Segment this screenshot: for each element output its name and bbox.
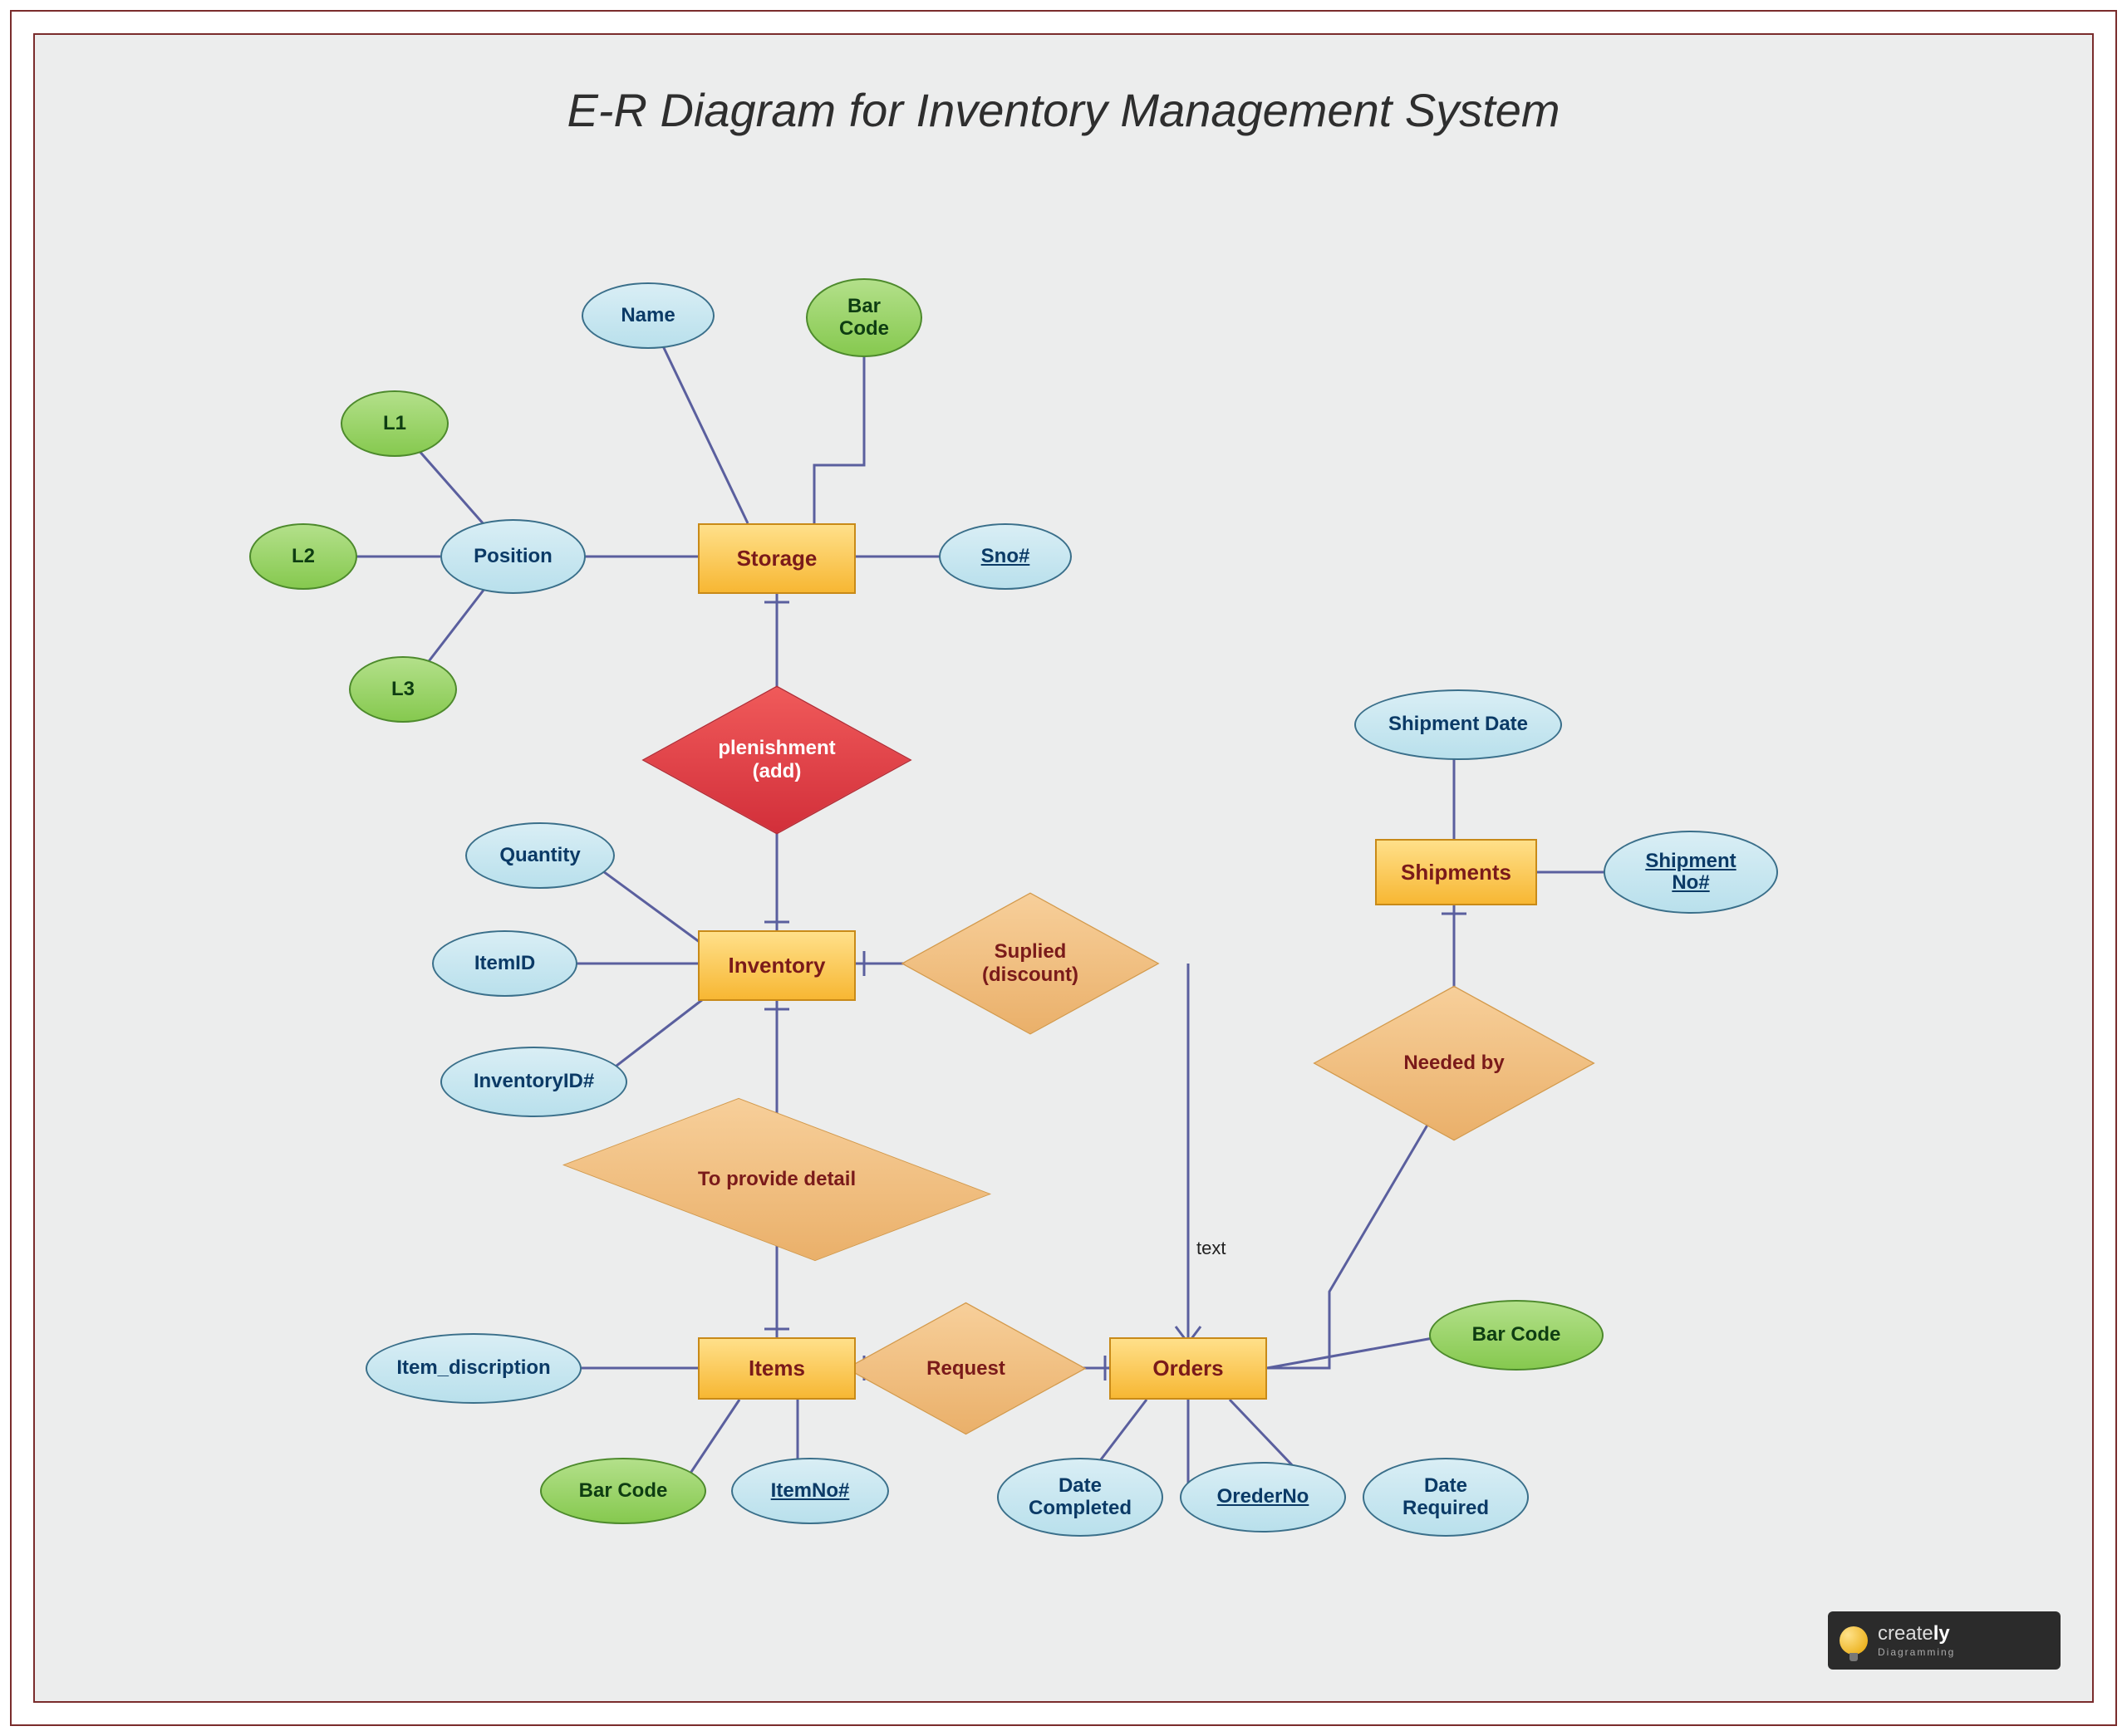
attr-orders-barcode[interactable]: Bar Code bbox=[1429, 1300, 1604, 1371]
logo-main-light: create bbox=[1878, 1622, 1933, 1645]
attr-storage-barcode[interactable]: Bar Code bbox=[806, 278, 922, 357]
entity-orders[interactable]: Orders bbox=[1109, 1337, 1267, 1400]
attr-orders-orderno[interactable]: OrederNo bbox=[1180, 1462, 1346, 1532]
attr-storage-l1[interactable]: L1 bbox=[341, 390, 449, 457]
attr-storage-position[interactable]: Position bbox=[440, 519, 586, 594]
connector-label-text: text bbox=[1196, 1238, 1226, 1259]
attr-storage-l2[interactable]: L2 bbox=[249, 523, 357, 590]
relationship-needed-by-label: Needed by bbox=[1354, 964, 1554, 1163]
logo-main: creately bbox=[1878, 1624, 1955, 1644]
entity-shipments[interactable]: Shipments bbox=[1375, 839, 1537, 905]
bulb-icon bbox=[1840, 1626, 1868, 1655]
attr-shipments-no[interactable]: Shipment No# bbox=[1604, 831, 1778, 914]
logo-main-bold: ly bbox=[1933, 1622, 1950, 1645]
relationship-provide-detail-label: To provide detail bbox=[598, 1055, 955, 1304]
attr-inventory-quantity[interactable]: Quantity bbox=[465, 822, 615, 889]
relationship-supplied-label: Suplied (discount) bbox=[939, 872, 1122, 1055]
logo-sub: Diagramming bbox=[1878, 1647, 1955, 1657]
attr-shipments-date[interactable]: Shipment Date bbox=[1354, 689, 1562, 760]
relationship-request[interactable]: Request bbox=[881, 1283, 1051, 1454]
attr-items-itemno[interactable]: ItemNo# bbox=[731, 1458, 889, 1524]
entity-storage[interactable]: Storage bbox=[698, 523, 856, 594]
attr-inventory-inventoryid[interactable]: InventoryID# bbox=[440, 1047, 627, 1117]
relationship-supplied[interactable]: Suplied (discount) bbox=[939, 872, 1122, 1055]
creately-logo: creately Diagramming bbox=[1828, 1611, 2061, 1670]
entity-inventory[interactable]: Inventory bbox=[698, 930, 856, 1001]
attr-orders-date-completed[interactable]: Date Completed bbox=[997, 1458, 1163, 1537]
relationship-provide-detail[interactable]: To provide detail bbox=[598, 1055, 955, 1304]
relationship-replenishment[interactable]: plenishment (add) bbox=[681, 664, 872, 856]
attr-orders-date-required[interactable]: Date Required bbox=[1363, 1458, 1529, 1537]
attr-storage-l3[interactable]: L3 bbox=[349, 656, 457, 723]
relationship-needed-by[interactable]: Needed by bbox=[1354, 964, 1554, 1163]
diagram-canvas: E-R Diagram for Inventory Management Sys… bbox=[0, 0, 2127, 1736]
attr-items-barcode[interactable]: Bar Code bbox=[540, 1458, 706, 1524]
attr-items-description[interactable]: Item_discription bbox=[366, 1333, 582, 1404]
attr-storage-name[interactable]: Name bbox=[582, 282, 715, 349]
attr-inventory-itemid[interactable]: ItemID bbox=[432, 930, 577, 997]
attr-storage-sno[interactable]: Sno# bbox=[939, 523, 1072, 590]
relationship-replenishment-label: plenishment (add) bbox=[681, 664, 872, 856]
relationship-request-label: Request bbox=[881, 1283, 1051, 1454]
entity-items[interactable]: Items bbox=[698, 1337, 856, 1400]
